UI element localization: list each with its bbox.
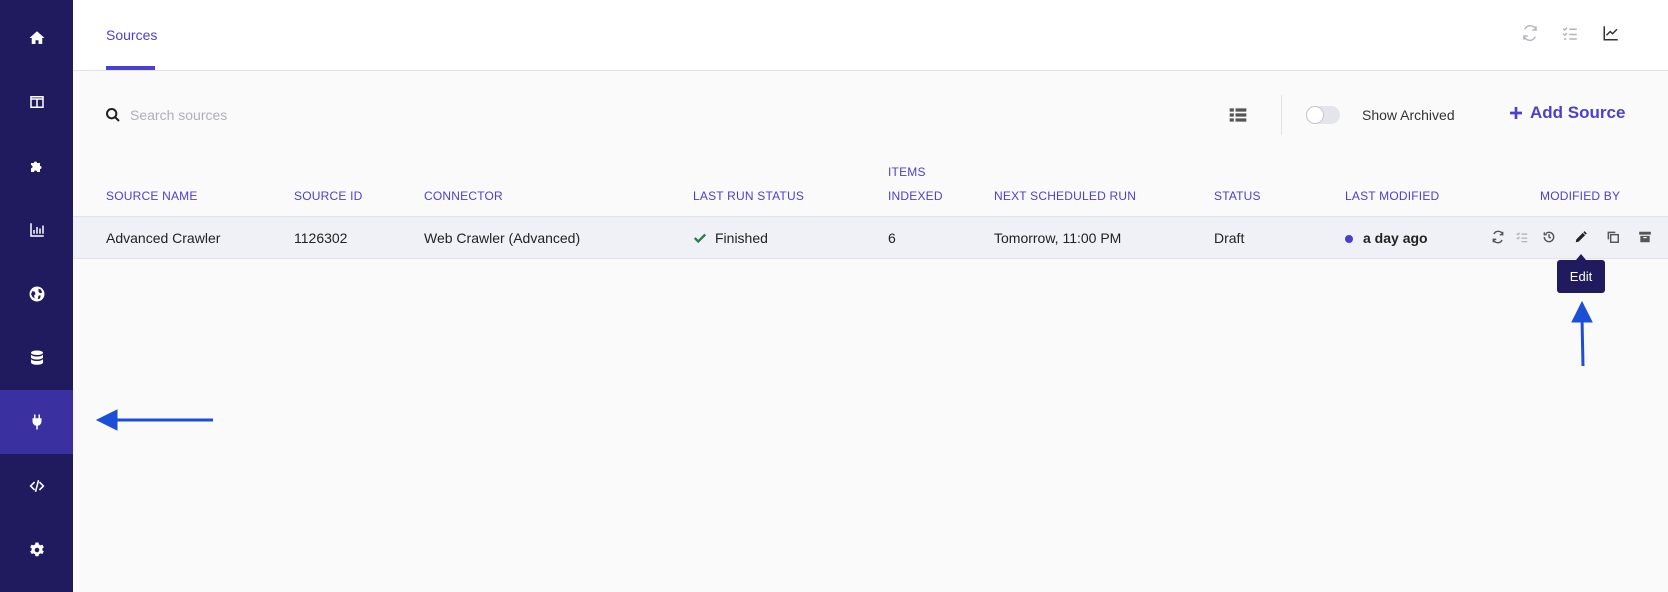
sidebar-item-database[interactable] bbox=[0, 326, 73, 390]
toggle-knob bbox=[1306, 106, 1324, 124]
header-last-modified[interactable]: LAST MODIFIED bbox=[1345, 189, 1439, 203]
home-icon bbox=[29, 31, 44, 44]
show-archived-label: Show Archived bbox=[1362, 107, 1455, 123]
last-run-status-text: Finished bbox=[715, 230, 768, 246]
row-checklist-button[interactable] bbox=[1514, 229, 1530, 245]
code-icon bbox=[29, 480, 44, 492]
sidebar-item-code[interactable] bbox=[0, 454, 73, 518]
add-source-label: Add Source bbox=[1530, 103, 1626, 122]
bar-chart-icon bbox=[29, 223, 44, 237]
copy-icon bbox=[1607, 231, 1619, 243]
checklist-button[interactable] bbox=[1559, 22, 1581, 44]
checklist-icon bbox=[1562, 27, 1577, 40]
header-items-indexed-line2[interactable]: INDEXED bbox=[888, 189, 943, 203]
edit-tooltip: Edit bbox=[1557, 254, 1605, 293]
annotation-arrow-up bbox=[1571, 300, 1593, 367]
sidebar-item-sources[interactable] bbox=[0, 390, 73, 454]
last-modified-text: a day ago bbox=[1363, 230, 1428, 246]
gear-icon bbox=[29, 542, 44, 557]
plus-icon bbox=[1510, 107, 1522, 119]
top-bar: Sources bbox=[73, 0, 1668, 71]
cell-status: Draft bbox=[1214, 230, 1245, 246]
plug-icon bbox=[31, 414, 42, 430]
sidebar-item-globe[interactable] bbox=[0, 262, 73, 326]
row-edit-button[interactable] bbox=[1573, 229, 1589, 245]
header-connector[interactable]: CONNECTOR bbox=[424, 189, 503, 203]
toolbar-divider bbox=[1281, 95, 1282, 135]
cell-source-name[interactable]: Advanced Crawler bbox=[106, 230, 220, 246]
cell-last-modified: a day ago bbox=[1345, 230, 1428, 246]
tab-active-indicator bbox=[106, 66, 155, 70]
add-source-button[interactable]: Add Source bbox=[1508, 103, 1625, 123]
sidebar-item-analytics[interactable] bbox=[0, 198, 73, 262]
database-icon bbox=[30, 350, 43, 365]
trend-chart-button[interactable] bbox=[1600, 22, 1622, 44]
header-status[interactable]: STATUS bbox=[1214, 189, 1261, 203]
tab-sources[interactable]: Sources bbox=[106, 0, 157, 70]
sidebar bbox=[0, 0, 73, 592]
cell-next-scheduled-run: Tomorrow, 11:00 PM bbox=[994, 230, 1122, 246]
header-next-scheduled-run[interactable]: NEXT SCHEDULED RUN bbox=[994, 189, 1136, 203]
checklist-icon bbox=[1516, 232, 1528, 243]
sidebar-item-layout[interactable] bbox=[0, 70, 73, 134]
check-icon bbox=[693, 233, 707, 244]
cell-connector: Web Crawler (Advanced) bbox=[424, 230, 581, 246]
archive-icon bbox=[1639, 231, 1651, 243]
refresh-icon bbox=[1523, 24, 1537, 42]
row-refresh-button[interactable] bbox=[1490, 229, 1506, 245]
row-archive-button[interactable] bbox=[1637, 229, 1653, 245]
header-source-id[interactable]: SOURCE ID bbox=[294, 189, 362, 203]
search-icon bbox=[106, 108, 120, 122]
refresh-icon bbox=[1492, 230, 1504, 244]
history-icon bbox=[1543, 231, 1555, 243]
globe-icon bbox=[29, 286, 45, 302]
trend-chart-icon bbox=[1603, 26, 1618, 41]
pencil-icon bbox=[1575, 231, 1587, 243]
cell-last-run-status: Finished bbox=[693, 230, 768, 246]
modified-dot bbox=[1345, 235, 1353, 244]
puzzle-icon bbox=[30, 161, 41, 172]
sidebar-item-extensions[interactable] bbox=[0, 134, 73, 198]
header-last-run-status[interactable]: LAST RUN STATUS bbox=[693, 189, 804, 203]
cell-items-indexed: 6 bbox=[888, 230, 896, 246]
sidebar-item-settings[interactable] bbox=[0, 518, 73, 582]
cell-source-id: 1126302 bbox=[294, 230, 348, 246]
header-source-name[interactable]: SOURCE NAME bbox=[106, 189, 198, 203]
list-view-icon[interactable] bbox=[1228, 105, 1248, 125]
header-items-indexed-line1[interactable]: ITEMS bbox=[888, 165, 926, 179]
row-copy-button[interactable] bbox=[1605, 229, 1621, 245]
annotation-arrow-left bbox=[95, 409, 213, 431]
search-input[interactable] bbox=[128, 102, 432, 128]
layout-icon bbox=[29, 96, 44, 108]
annotation-arrows bbox=[95, 300, 1593, 431]
refresh-button[interactable] bbox=[1519, 22, 1541, 44]
header-modified-by[interactable]: MODIFIED BY bbox=[1540, 189, 1620, 203]
row-history-button[interactable] bbox=[1541, 229, 1557, 245]
sidebar-item-home[interactable] bbox=[0, 6, 73, 70]
show-archived-toggle[interactable] bbox=[1306, 106, 1340, 124]
